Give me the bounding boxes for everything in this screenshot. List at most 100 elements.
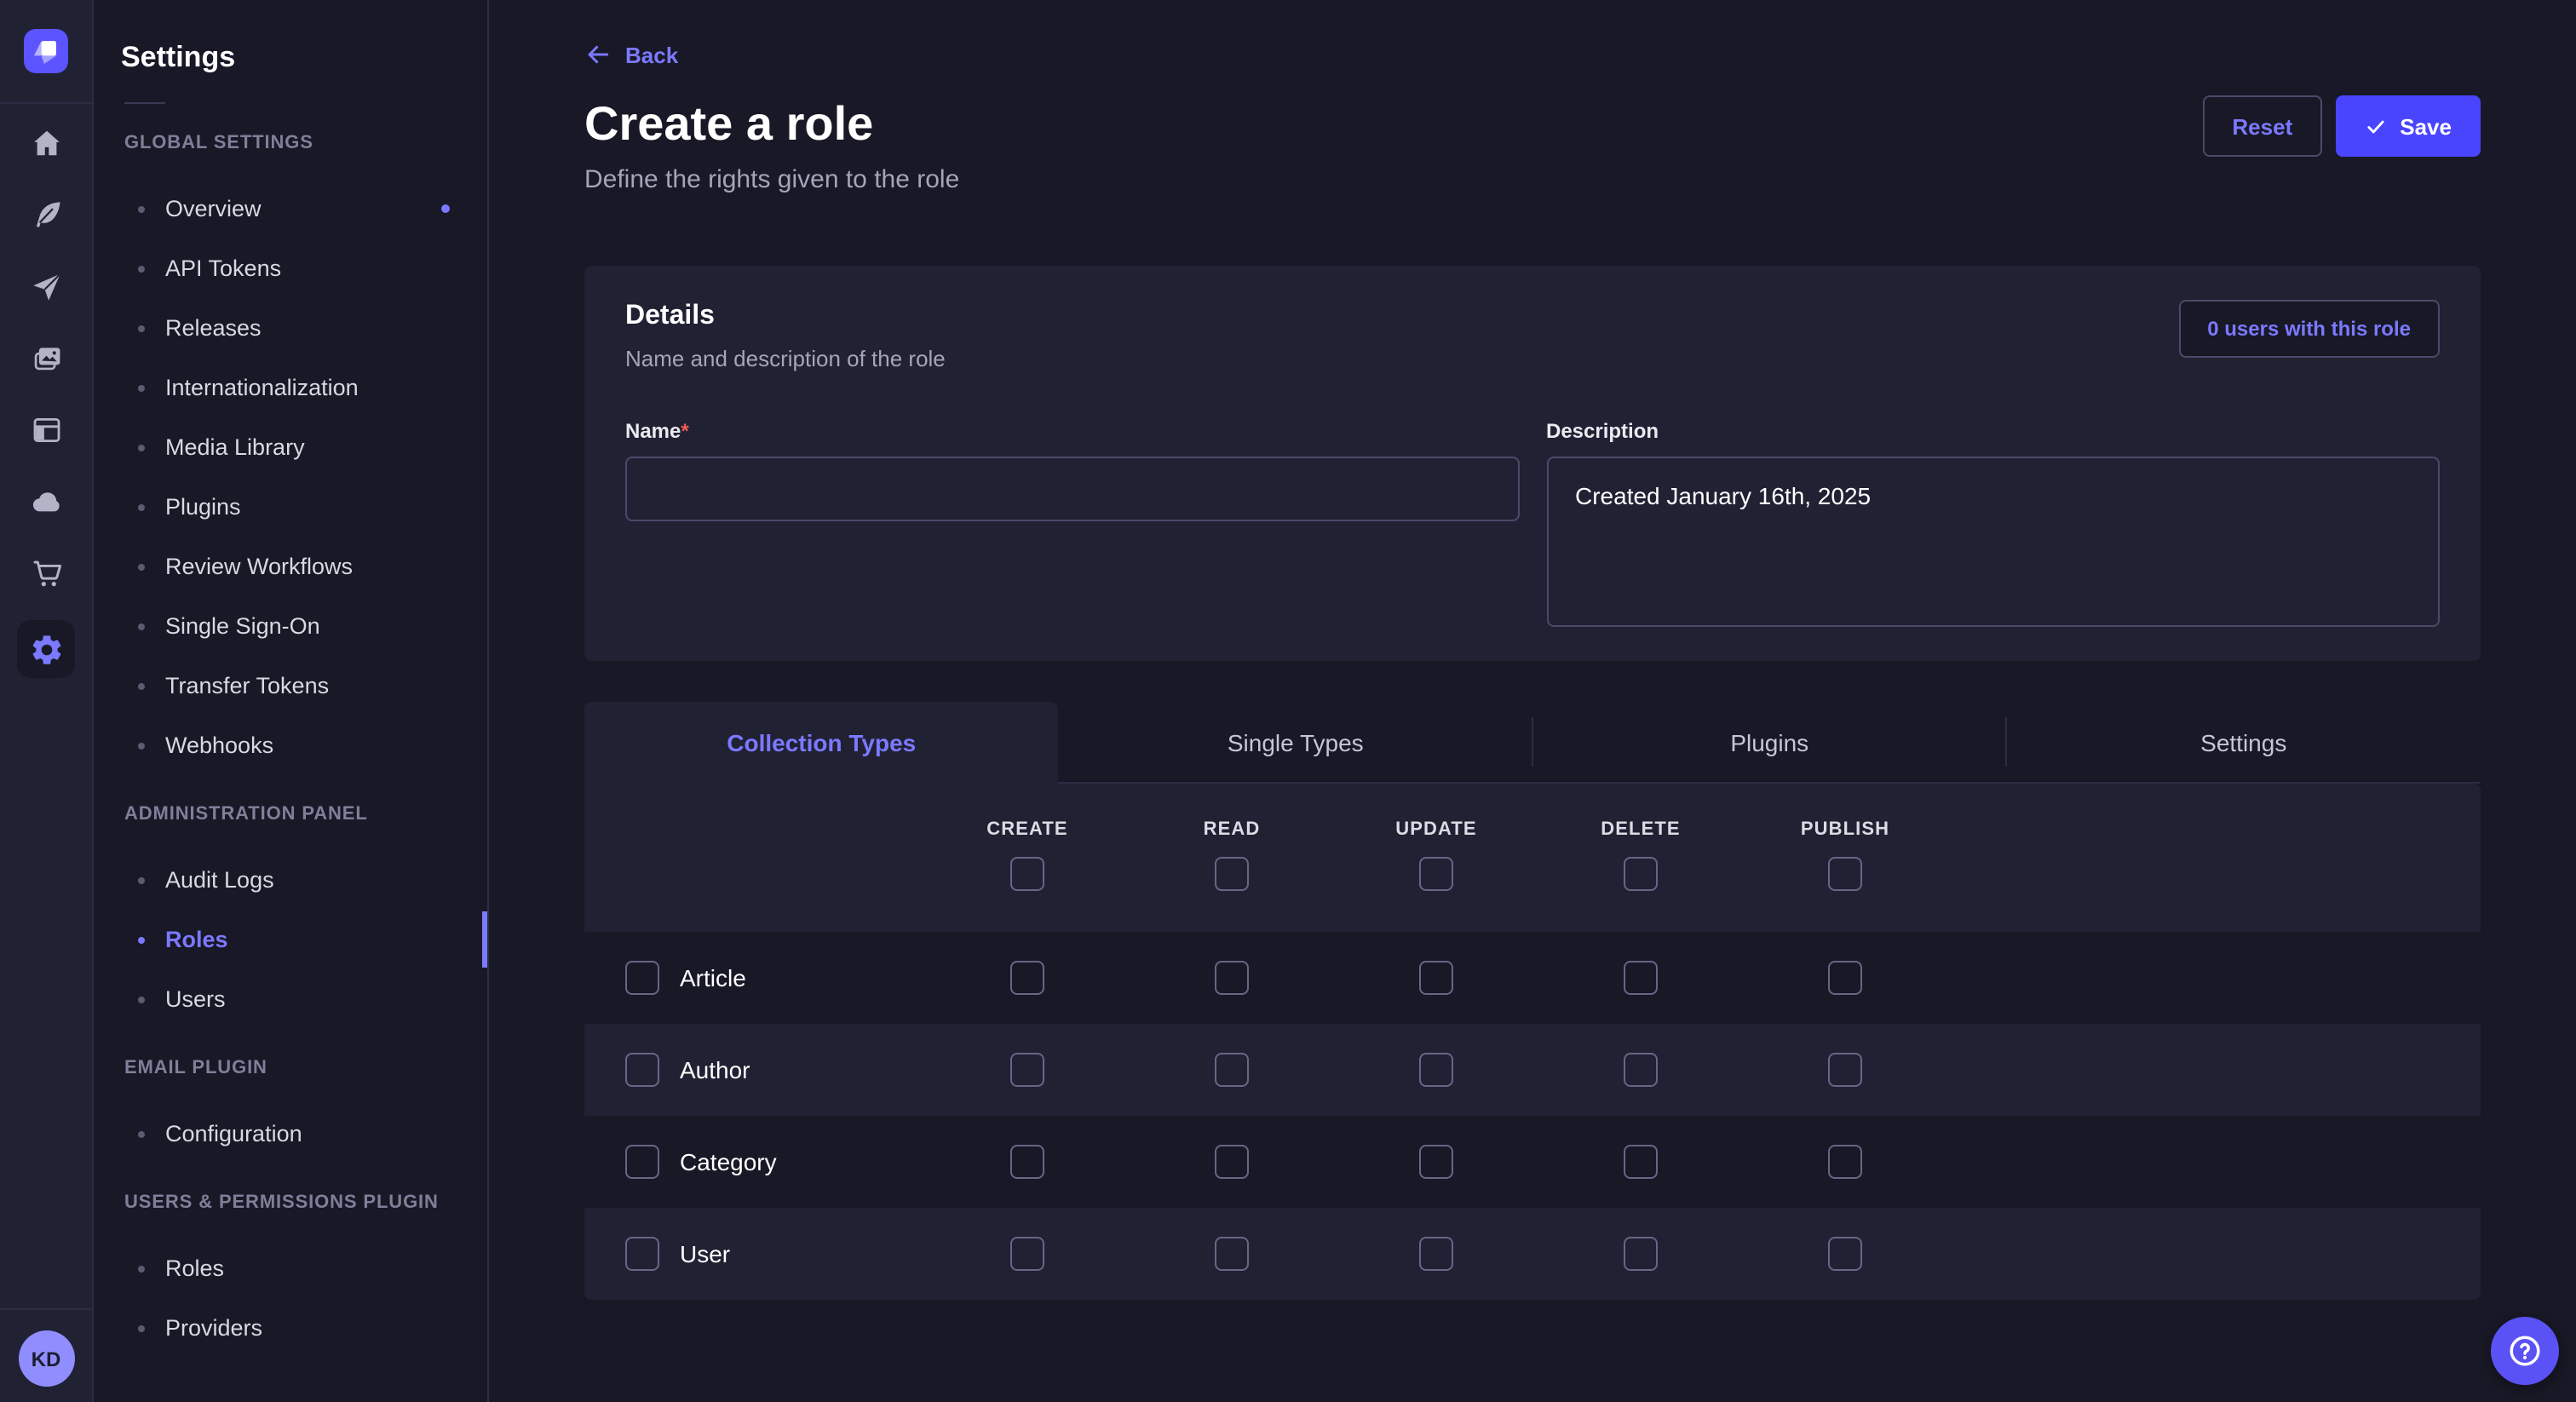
bullet-icon xyxy=(138,444,145,451)
sidebar-item-api-tokens[interactable]: API Tokens xyxy=(121,238,460,298)
category-publish-checkbox[interactable] xyxy=(1828,1145,1862,1179)
cell-read xyxy=(1130,1053,1334,1087)
sidebar-item-media-library[interactable]: Media Library xyxy=(121,417,460,477)
author-read-checkbox[interactable] xyxy=(1215,1053,1249,1087)
row-select-checkbox[interactable] xyxy=(625,1145,659,1179)
row-select-checkbox[interactable] xyxy=(625,1053,659,1087)
sidebar-item-label: Transfer Tokens xyxy=(165,673,329,698)
sidebar-item-webhooks[interactable]: Webhooks xyxy=(121,715,460,775)
bullet-icon xyxy=(138,936,145,943)
description-field-label: Description xyxy=(1546,419,1659,443)
layout-icon[interactable] xyxy=(28,412,64,448)
users-with-role-button[interactable]: 0 users with this role xyxy=(2178,300,2440,358)
user-update-checkbox[interactable] xyxy=(1419,1237,1453,1271)
sidebar-item-releases[interactable]: Releases xyxy=(121,298,460,358)
sidebar-item-label: Overview xyxy=(165,196,262,221)
details-card-header: Details Name and description of the role… xyxy=(625,300,2440,375)
select-all-create-checkbox[interactable] xyxy=(1010,857,1044,891)
sidebar-item-transfer-tokens[interactable]: Transfer Tokens xyxy=(121,656,460,715)
sidebar-item-users[interactable]: Users xyxy=(121,969,460,1029)
main-content: Back Create a role Define the rights giv… xyxy=(489,0,2576,1402)
cell-create xyxy=(925,1145,1130,1179)
article-delete-checkbox[interactable] xyxy=(1624,961,1658,995)
sidebar-item-label: Review Workflows xyxy=(165,554,353,579)
author-delete-checkbox[interactable] xyxy=(1624,1053,1658,1087)
send-plane-icon[interactable] xyxy=(28,269,64,305)
back-link[interactable]: Back xyxy=(584,41,678,68)
name-label-text: Name xyxy=(625,419,681,443)
back-arrow-icon xyxy=(584,41,612,68)
cell-create xyxy=(925,1053,1130,1087)
tab-collection-types[interactable]: Collection Types xyxy=(584,702,1059,784)
row-select-checkbox[interactable] xyxy=(625,1237,659,1271)
media-library-icon[interactable] xyxy=(28,341,64,376)
bullet-icon xyxy=(138,996,145,1003)
sidebar-item-plugins[interactable]: Plugins xyxy=(121,477,460,537)
user-delete-checkbox[interactable] xyxy=(1624,1237,1658,1271)
author-publish-checkbox[interactable] xyxy=(1828,1053,1862,1087)
cell-publish xyxy=(1743,1145,1947,1179)
user-create-checkbox[interactable] xyxy=(1010,1237,1044,1271)
permissions-section: Collection Types Single Types Plugins Se… xyxy=(584,702,2481,1300)
sidebar-item-audit-logs[interactable]: Audit Logs xyxy=(121,850,460,910)
sidebar-item-review-workflows[interactable]: Review Workflows xyxy=(121,537,460,596)
category-delete-checkbox[interactable] xyxy=(1624,1145,1658,1179)
tab-plugins[interactable]: Plugins xyxy=(1532,702,2007,784)
article-publish-checkbox[interactable] xyxy=(1828,961,1862,995)
row-label-cell: User xyxy=(584,1237,925,1271)
cell-delete xyxy=(1538,1053,1743,1087)
row-label-cell: Author xyxy=(584,1053,925,1087)
user-avatar[interactable]: KD xyxy=(18,1330,74,1387)
sidebar-item-roles-up[interactable]: Roles xyxy=(121,1238,460,1298)
article-update-checkbox[interactable] xyxy=(1419,961,1453,995)
author-update-checkbox[interactable] xyxy=(1419,1053,1453,1087)
select-all-update-checkbox[interactable] xyxy=(1419,857,1453,891)
marketplace-cart-icon[interactable] xyxy=(28,555,64,591)
description-field[interactable]: Created January 16th, 2025 xyxy=(1546,457,2440,627)
sidebar-item-internationalization[interactable]: Internationalization xyxy=(121,358,460,417)
select-all-delete-checkbox[interactable] xyxy=(1624,857,1658,891)
sidebar-item-label: Webhooks xyxy=(165,733,273,758)
name-field-group: Name* xyxy=(625,416,1519,627)
sidebar-item-label: Media Library xyxy=(165,434,305,460)
sidebar-item-single-sign-on[interactable]: Single Sign-On xyxy=(121,596,460,656)
sidebar-item-roles-admin[interactable]: Roles xyxy=(121,910,460,969)
column-label-update: UPDATE xyxy=(1395,818,1476,842)
name-field[interactable] xyxy=(625,457,1519,521)
reset-button[interactable]: Reset xyxy=(2203,95,2321,157)
sidebar-item-providers[interactable]: Providers xyxy=(121,1298,460,1358)
article-read-checkbox[interactable] xyxy=(1215,961,1249,995)
strapi-logo-icon xyxy=(24,29,68,73)
cell-read xyxy=(1130,1145,1334,1179)
category-read-checkbox[interactable] xyxy=(1215,1145,1249,1179)
row-label: User xyxy=(680,1240,730,1267)
content-feather-icon[interactable] xyxy=(28,198,64,233)
user-read-checkbox[interactable] xyxy=(1215,1237,1249,1271)
sidebar-item-overview[interactable]: Overview xyxy=(121,179,460,238)
details-title: Details xyxy=(625,300,946,334)
cell-update xyxy=(1334,961,1538,995)
save-button[interactable]: Save xyxy=(2335,95,2481,157)
category-update-checkbox[interactable] xyxy=(1419,1145,1453,1179)
user-publish-checkbox[interactable] xyxy=(1828,1237,1862,1271)
home-icon[interactable] xyxy=(28,126,64,162)
cloud-icon[interactable] xyxy=(28,484,64,520)
table-row-user: User xyxy=(584,1208,2481,1300)
select-all-read-checkbox[interactable] xyxy=(1215,857,1249,891)
sidebar-item-label: Configuration xyxy=(165,1121,302,1146)
category-create-checkbox[interactable] xyxy=(1010,1145,1044,1179)
strapi-logo[interactable] xyxy=(24,29,68,73)
sidebar-item-configuration[interactable]: Configuration xyxy=(121,1104,460,1164)
column-label-publish: PUBLISH xyxy=(1801,818,1889,842)
tab-single-types[interactable]: Single Types xyxy=(1059,702,1533,784)
article-create-checkbox[interactable] xyxy=(1010,961,1044,995)
author-create-checkbox[interactable] xyxy=(1010,1053,1044,1087)
tab-settings[interactable]: Settings xyxy=(2007,702,2481,784)
bullet-icon xyxy=(138,563,145,570)
select-all-publish-checkbox[interactable] xyxy=(1828,857,1862,891)
cell-publish xyxy=(1743,1053,1947,1087)
settings-gear-icon[interactable] xyxy=(17,620,75,678)
notification-dot xyxy=(441,204,450,213)
row-select-checkbox[interactable] xyxy=(625,961,659,995)
help-button[interactable] xyxy=(2491,1317,2559,1385)
